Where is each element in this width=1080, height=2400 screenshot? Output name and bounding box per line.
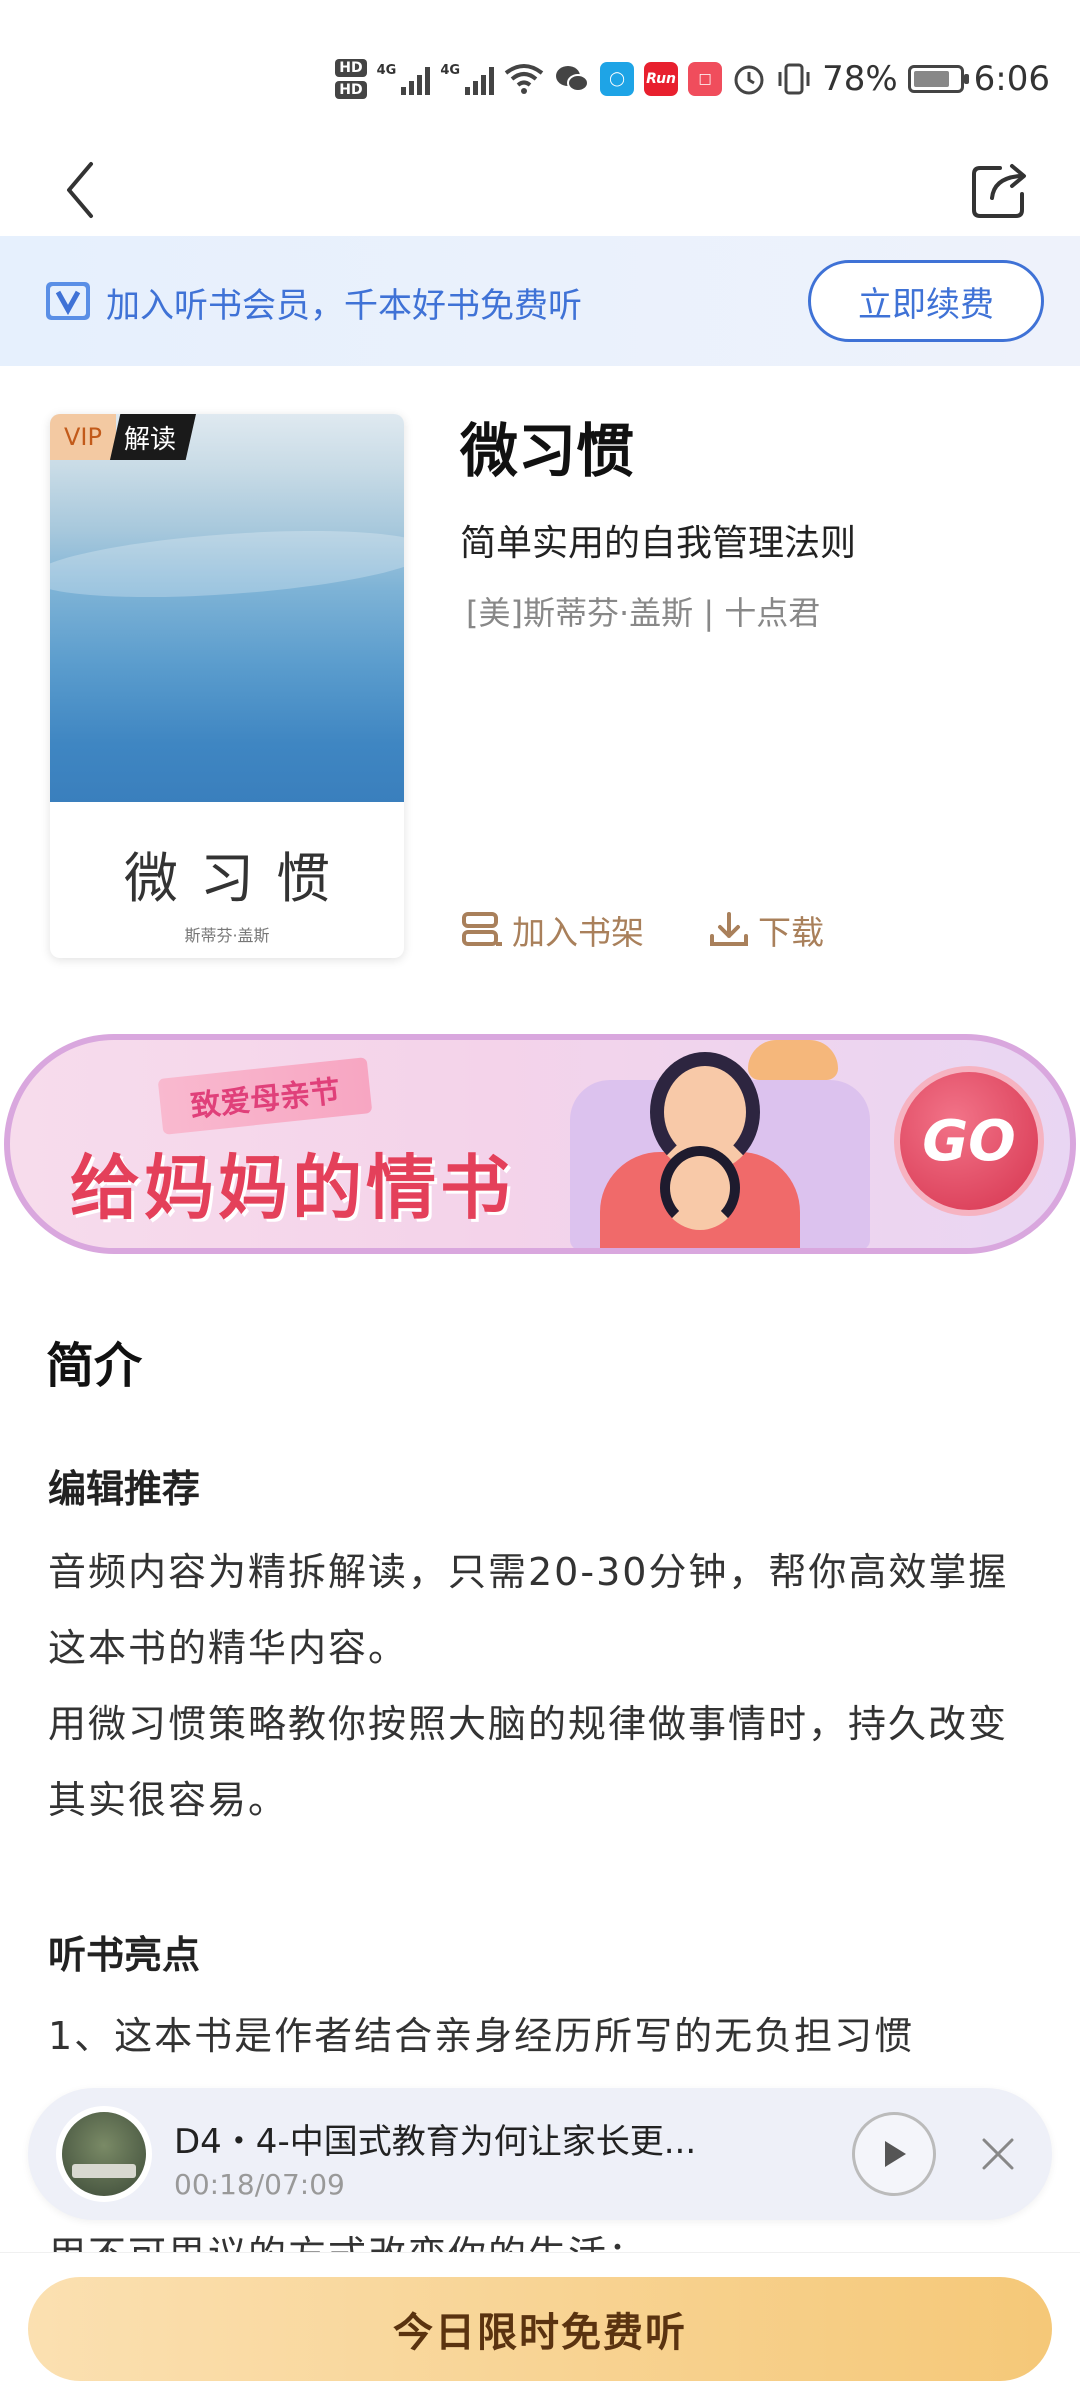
- cover-title: 微习惯: [124, 847, 352, 910]
- hd-indicator: HD HD: [335, 59, 367, 99]
- cat-illustration: [748, 1040, 838, 1080]
- promo-title: 给妈妈的情书: [70, 1147, 514, 1229]
- badge-type-label: 解读: [109, 414, 196, 460]
- vip-book-icon: [46, 282, 90, 320]
- signal-2-icon: 4G: [440, 63, 495, 95]
- chevron-left-icon: [67, 162, 93, 218]
- play-button[interactable]: [852, 2112, 936, 2196]
- highlights-peek-line: 用不可思议的方式改变你的生活；: [48, 2224, 648, 2254]
- book-title: 微习惯: [460, 417, 635, 485]
- player-track-title: D4・4-中国式教育为何让家长更...: [174, 2122, 697, 2162]
- close-player-button[interactable]: [966, 2122, 1030, 2186]
- intro-section-title: 简介: [46, 1338, 143, 1394]
- add-to-shelf-button[interactable]: 加入书架: [460, 906, 644, 954]
- vip-membership-banner[interactable]: 加入听书会员，千本好书免费听 立即续费: [0, 236, 1080, 366]
- download-label: 下载: [758, 913, 824, 952]
- share-icon: [972, 164, 1026, 218]
- bottom-action-bar: 今日限时免费听: [0, 2252, 1080, 2400]
- net1-label: 4G: [376, 63, 397, 78]
- bulb-app-icon: ◯: [600, 62, 635, 96]
- highlights-item-1: 1、这本书是作者结合亲身经历所写的无负担习惯: [48, 2014, 915, 2058]
- net2-label: 4G: [440, 63, 461, 78]
- book-app-icon: □: [688, 62, 723, 96]
- clock: 6:06: [973, 59, 1050, 99]
- editor-recommend-heading: 编辑推荐: [48, 1467, 201, 1511]
- player-progress-time: 00:18/07:09: [174, 2168, 345, 2201]
- child-illustration: [660, 1146, 740, 1230]
- book-subtitle: 简单实用的自我管理法则: [460, 523, 857, 564]
- free-listen-button[interactable]: 今日限时免费听: [28, 2277, 1052, 2381]
- status-icons: HD HD 4G 4G ◯ Run □ 78% 6:06: [335, 54, 1050, 104]
- bookshelf-icon: [462, 912, 502, 946]
- highlights-heading: 听书亮点: [48, 1933, 201, 1977]
- badge-vip-label: VIP: [50, 414, 116, 460]
- signal-1-icon: 4G: [377, 63, 431, 95]
- wifi-icon: [504, 64, 544, 94]
- book-cover[interactable]: VIP 解读 微习惯 斯蒂芬·盖斯: [50, 414, 404, 958]
- play-icon: [885, 2141, 906, 2167]
- nav-bar: [0, 140, 1080, 240]
- cover-artwork: [50, 414, 404, 802]
- back-button[interactable]: [50, 150, 110, 230]
- vip-badge: VIP 解读: [50, 414, 196, 460]
- share-button[interactable]: [960, 150, 1040, 230]
- battery-percent: 78%: [822, 59, 898, 99]
- promo-go-button[interactable]: GO: [894, 1066, 1044, 1216]
- run-app-icon: Run: [644, 62, 679, 96]
- editor-recommend-para2: 用微习惯策略教你按照大脑的规律做事情时，持久改变其实很容易。: [48, 1702, 1009, 1822]
- download-button[interactable]: 下载: [708, 906, 824, 954]
- mothers-day-promo-banner[interactable]: 致爱母亲节 给妈妈的情书 GO: [4, 1034, 1076, 1254]
- status-bar: HD HD 4G 4G ◯ Run □ 78% 6:06: [0, 0, 1080, 150]
- alarm-icon: [734, 65, 764, 95]
- add-to-shelf-label: 加入书架: [512, 913, 644, 952]
- player-thumbnail: [56, 2106, 152, 2202]
- vip-banner-text: 加入听书会员，千本好书免费听: [106, 286, 582, 326]
- hd1-badge: HD: [335, 59, 367, 77]
- close-icon: [982, 2138, 1014, 2170]
- editor-recommend-para1: 音频内容为精拆解读，只需20-30分钟，帮你高效掌握这本书的精华内容。: [48, 1550, 1009, 1670]
- battery-icon: [907, 65, 969, 93]
- renew-button[interactable]: 立即续费: [808, 260, 1044, 342]
- book-author[interactable]: [美]斯蒂芬·盖斯 | 十点君: [466, 588, 820, 634]
- promo-ribbon: 致爱母亲节: [157, 1057, 373, 1135]
- hd2-badge: HD: [335, 81, 367, 99]
- wechat-icon: [556, 66, 590, 92]
- cover-author: 斯蒂芬·盖斯: [184, 926, 270, 945]
- download-icon: [710, 912, 748, 946]
- mini-player[interactable]: D4・4-中国式教育为何让家长更... 00:18/07:09: [28, 2088, 1052, 2220]
- vibrate-icon: [778, 63, 810, 95]
